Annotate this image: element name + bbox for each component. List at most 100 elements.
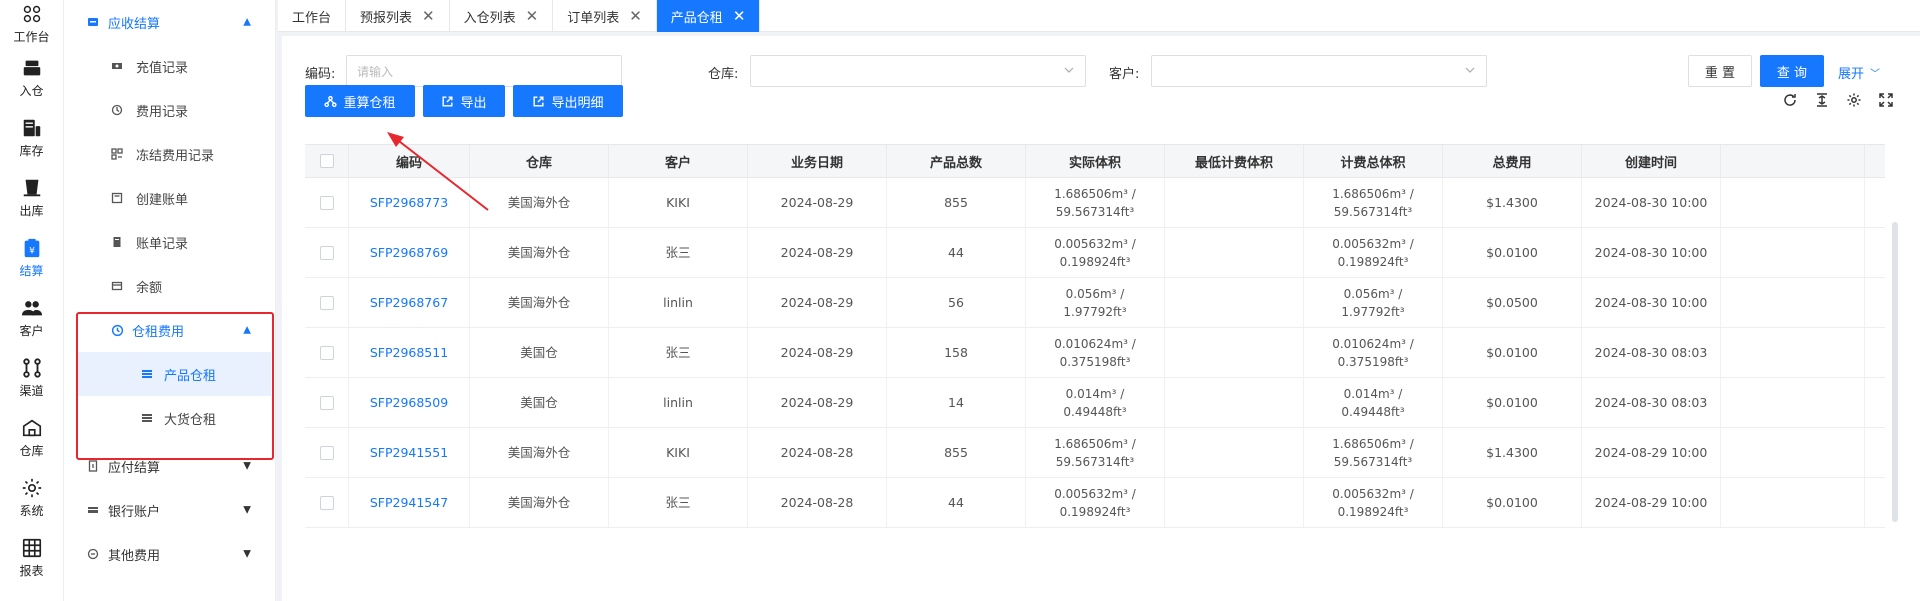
cell-date: 2024-08-29	[748, 278, 887, 327]
table-row[interactable]: SFP2968509 美国仓 linlin 2024-08-29 14 0.014m³ /…	[305, 378, 1885, 428]
table-scrollbar[interactable]	[1892, 222, 1898, 522]
table-row[interactable]: SFP2968767 美国海外仓 linlin 2024-08-29 56 0.056m³…	[305, 278, 1885, 328]
fullscreen-icon[interactable]	[1877, 91, 1895, 109]
menu-item-fee-records[interactable]: 费用记录	[64, 88, 275, 132]
table-toolbar	[1781, 91, 1895, 109]
cell-created: 2024-08-30 08:03	[1582, 378, 1721, 427]
tab-workbench[interactable]: 工作台	[278, 0, 347, 32]
row-select-cell	[305, 228, 349, 277]
volume-m3: 0.005632m³ /	[1054, 486, 1136, 501]
rail-item-inventory[interactable]: 库存	[0, 108, 63, 168]
menu-item-balance[interactable]: 余额	[64, 264, 275, 308]
table-row[interactable]: SFP2968769 美国海外仓 张三 2024-08-29 44 0.005632m³ …	[305, 228, 1885, 278]
close-icon[interactable]: ✕	[629, 7, 642, 25]
cell-billed-volume: 0.005632m³ / 0.198924ft³	[1304, 478, 1443, 527]
table-row[interactable]: SFP2968511 美国仓 张三 2024-08-29 158 0.010624m³ /…	[305, 328, 1885, 378]
table-row[interactable]: SFP2941547 美国海外仓 张三 2024-08-28 44 0.005632m³ …	[305, 478, 1885, 528]
cell-code[interactable]: SFP2941551	[349, 428, 470, 477]
cell-code[interactable]: SFP2968509	[349, 378, 470, 427]
volume-ft3: 0.198924ft³	[1337, 504, 1409, 519]
cell-customer: KIKI	[609, 178, 748, 227]
rail-item-channel[interactable]: 渠道	[0, 348, 63, 408]
row-checkbox[interactable]	[319, 245, 334, 260]
volume-ft3: 59.567314ft³	[1333, 454, 1413, 469]
rail-item-workbench[interactable]: 工作台	[0, 0, 63, 48]
rail-item-warehouse[interactable]: 仓库	[0, 408, 63, 468]
settings-gear-icon[interactable]	[1845, 91, 1863, 109]
volume-m3: 1.686506m³ /	[1054, 436, 1136, 451]
row-checkbox[interactable]	[319, 195, 334, 210]
row-checkbox[interactable]	[319, 445, 334, 460]
icon-rail: 工作台 入仓 库存 出库 ¥ 结算 客户 渠道 仓库 系统 报表	[0, 0, 64, 601]
menu-group-storage-fee[interactable]: 仓租费用 ▲	[64, 308, 275, 352]
recalc-icon	[324, 95, 338, 107]
warehouse-select[interactable]	[750, 55, 1086, 87]
cell-customer: 张三	[609, 228, 748, 277]
cell-customer: linlin	[609, 378, 748, 427]
rail-item-settlement[interactable]: ¥ 结算	[0, 228, 63, 288]
export-button[interactable]: 导出	[423, 85, 505, 117]
bank-icon	[86, 503, 100, 517]
cell-code[interactable]: SFP2941547	[349, 478, 470, 527]
tab-forecast-list[interactable]: 预报列表 ✕	[346, 0, 450, 32]
close-icon[interactable]: ✕	[422, 7, 435, 25]
rail-item-system[interactable]: 系统	[0, 468, 63, 528]
close-icon[interactable]: ✕	[733, 7, 746, 25]
density-icon[interactable]	[1813, 91, 1831, 109]
cell-code[interactable]: SFP2968769	[349, 228, 470, 277]
close-icon[interactable]: ✕	[526, 7, 539, 25]
code-input[interactable]: 请输入	[346, 55, 622, 87]
menu-item-bill-records[interactable]: 账单记录	[64, 220, 275, 264]
menu-item-label: 余额	[136, 280, 163, 296]
expand-link[interactable]: 展开 ﹀	[1838, 63, 1880, 82]
customer-select[interactable]	[1151, 55, 1487, 87]
rail-item-inbound[interactable]: 入仓	[0, 48, 63, 108]
table-row[interactable]: SFP2968773 美国海外仓 KIKI 2024-08-29 855 1.686506…	[305, 178, 1885, 228]
menu-group-bank[interactable]: 银行账户 ▼	[64, 488, 275, 532]
rail-label: 报表	[19, 564, 44, 578]
menu-group-label: 应付结算	[108, 460, 161, 476]
chevron-down-icon: ▼	[243, 460, 251, 472]
query-button[interactable]: 查 询	[1760, 55, 1824, 87]
cell-code[interactable]: SFP2968767	[349, 278, 470, 327]
volume-m3: 0.056m³ /	[1343, 286, 1403, 301]
tab-label: 预报列表	[360, 10, 413, 26]
menu-item-label: 账单记录	[136, 236, 189, 252]
rail-item-outbound[interactable]: 出库	[0, 168, 63, 228]
cell-code[interactable]: SFP2968511	[349, 328, 470, 377]
row-checkbox[interactable]	[319, 295, 334, 310]
menu-group-other[interactable]: 其他费用 ▼	[64, 532, 275, 576]
cell-actual-volume: 0.005632m³ / 0.198924ft³	[1026, 228, 1165, 277]
menu-group-payable[interactable]: 应付结算 ▼	[64, 444, 275, 488]
table-row[interactable]: SFP2941551 美国海外仓 KIKI 2024-08-28 855 1.686506…	[305, 428, 1885, 478]
cell-qty: 56	[887, 278, 1026, 327]
menu-item-frozen-fees[interactable]: 冻结费用记录	[64, 132, 275, 176]
cell-code[interactable]: SFP2968773	[349, 178, 470, 227]
refresh-icon[interactable]	[1781, 91, 1799, 109]
menu-group-receivable[interactable]: 应收结算 ▲	[64, 0, 275, 44]
tab-inbound-list[interactable]: 入仓列表 ✕	[450, 0, 554, 32]
volume-m3: 0.010624m³ /	[1054, 336, 1136, 351]
export-detail-button[interactable]: 导出明细	[513, 85, 623, 117]
select-all-checkbox[interactable]	[319, 154, 334, 168]
row-checkbox[interactable]	[319, 395, 334, 410]
menu-item-recharge[interactable]: 充值记录	[64, 44, 275, 88]
menu-item-create-bill[interactable]: 创建账单	[64, 176, 275, 220]
tab-order-list[interactable]: 订单列表 ✕	[553, 0, 657, 32]
recalc-storage-button[interactable]: 重算仓租	[305, 85, 415, 117]
row-checkbox[interactable]	[319, 345, 334, 360]
row-checkbox[interactable]	[319, 495, 334, 510]
menu-group-label: 银行账户	[108, 504, 161, 520]
menu-item-bulk-storage[interactable]: 大货仓租	[78, 396, 271, 440]
cell-actual-volume: 0.056m³ / 1.97792ft³	[1026, 278, 1165, 327]
volume-ft3: 59.567314ft³	[1055, 454, 1135, 469]
cell-extra	[1721, 428, 1865, 477]
rail-item-customer[interactable]: 客户	[0, 288, 63, 348]
storage-fee-icon	[110, 323, 124, 337]
fee-icon	[110, 103, 124, 117]
rail-item-report[interactable]: 报表	[0, 528, 63, 588]
rail-label: 系统	[19, 504, 44, 518]
tab-product-storage[interactable]: 产品仓租 ✕	[656, 0, 761, 32]
reset-button[interactable]: 重 置	[1688, 55, 1752, 87]
menu-item-product-storage[interactable]: 产品仓租	[78, 352, 271, 396]
